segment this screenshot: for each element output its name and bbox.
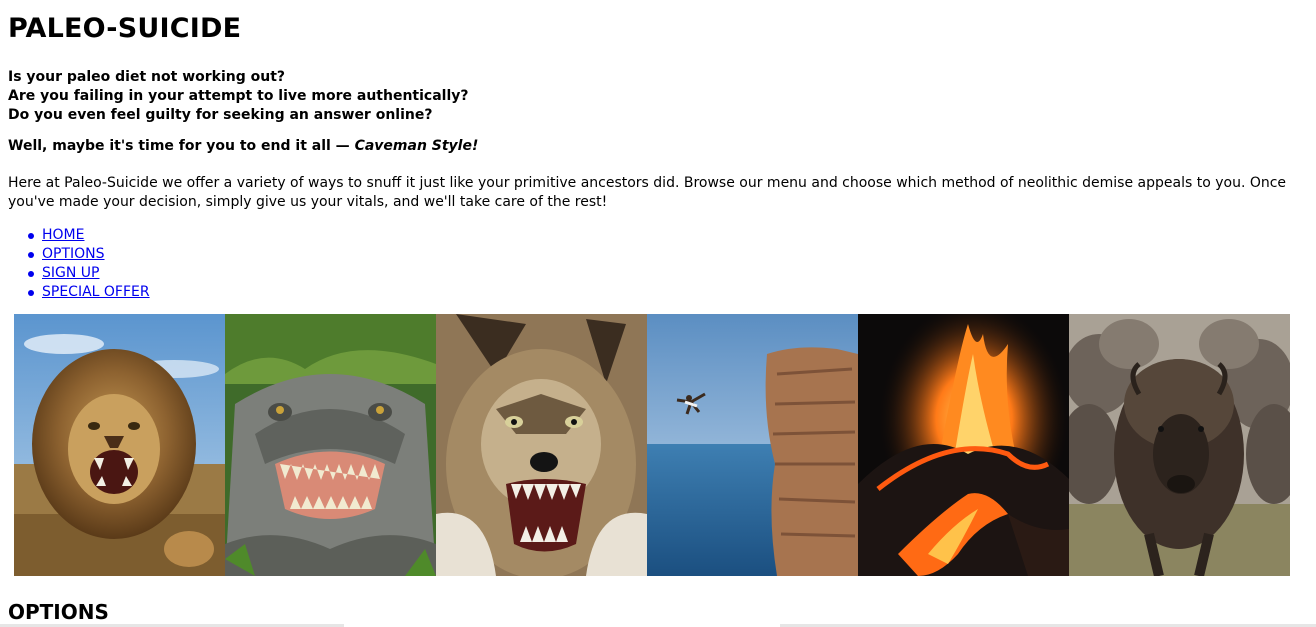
cliff-jump-image [647, 314, 858, 576]
tagline: Well, maybe it's time for you to end it … [8, 137, 1308, 156]
nav-item-special-offer: SPECIAL OFFER [28, 283, 1308, 302]
nav-menu: HOME OPTIONS SIGN UP SPECIAL OFFER [8, 226, 1308, 302]
alligator-image [225, 314, 436, 576]
wolf-image [436, 314, 647, 576]
nav-link-options[interactable]: OPTIONS [42, 246, 105, 262]
nav-item-home: HOME [28, 226, 1308, 245]
nav-link-special-offer[interactable]: SPECIAL OFFER [42, 284, 150, 300]
tagline-emphasis: Caveman Style! [354, 138, 479, 154]
questions-block: Is your paleo diet not working out? Are … [8, 68, 1308, 125]
question-line: Is your paleo diet not working out? [8, 69, 286, 85]
nav-item-sign-up: SIGN UP [28, 264, 1308, 283]
options-heading: OPTIONS [8, 600, 109, 624]
question-line: Are you failing in your attempt to live … [8, 88, 469, 104]
lion-image [14, 314, 225, 576]
page-title: PALEO-SUICIDE [8, 13, 242, 44]
nav-link-sign-up[interactable]: SIGN UP [42, 265, 99, 281]
tagline-lead: Well, maybe it's time for you to end it … [8, 138, 355, 154]
nav-item-options: OPTIONS [28, 245, 1308, 264]
bison-image [1069, 314, 1290, 576]
volcano-image [858, 314, 1069, 576]
nav-link-home[interactable]: HOME [42, 227, 84, 243]
image-gallery [14, 314, 1292, 576]
intro-paragraph: Here at Paleo-Suicide we offer a variety… [8, 175, 1287, 210]
question-line: Do you even feel guilty for seeking an a… [8, 107, 433, 123]
page: PALEO-SUICIDE Is your paleo diet not wor… [0, 0, 1316, 627]
